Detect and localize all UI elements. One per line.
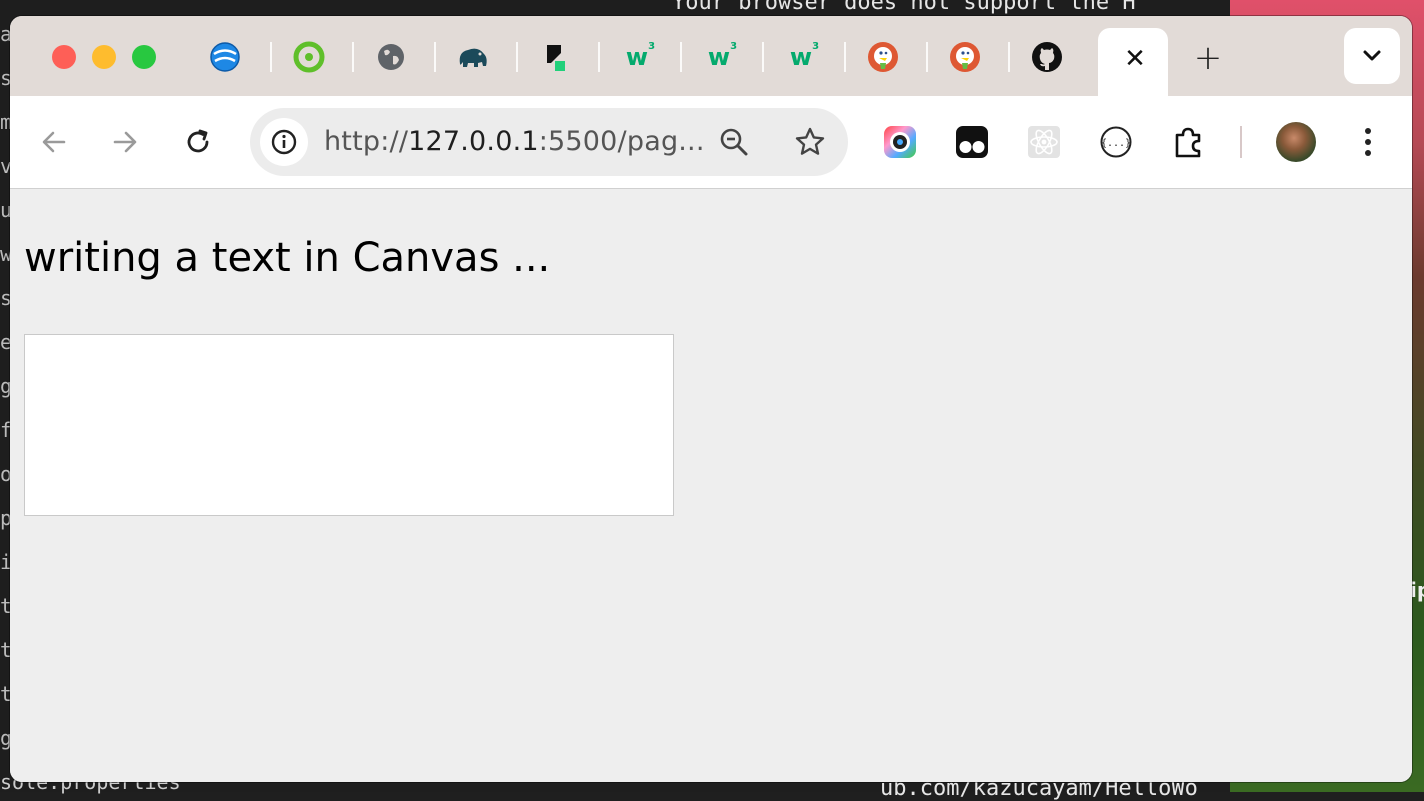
tab-edge[interactable] — [208, 40, 242, 74]
url-scheme: http:// — [324, 126, 409, 157]
w3schools-icon: w3 — [625, 41, 656, 71]
puzzle-icon — [1175, 127, 1201, 158]
tab-rstudio[interactable] — [292, 40, 326, 74]
window-minimize-button[interactable] — [92, 45, 116, 69]
tab-w3schools[interactable]: w3 — [620, 40, 656, 74]
page-content: writing a text in Canvas ... — [10, 189, 1412, 782]
edge-globe-icon — [210, 42, 240, 72]
tab-separator — [1008, 42, 1010, 72]
extensions-menu-button[interactable] — [1166, 120, 1210, 164]
w3schools-icon: w3 — [707, 41, 738, 71]
zoom-button[interactable] — [716, 124, 752, 160]
more-vertical-icon — [1365, 128, 1371, 156]
elephant-icon — [459, 48, 487, 67]
tab-separator — [434, 42, 436, 72]
url-host: 127.0.0.1 — [408, 126, 539, 157]
toolbar-divider — [1240, 126, 1242, 158]
json-braces-icon: {...} — [1100, 126, 1132, 158]
tab-separator — [844, 42, 846, 72]
globe-icon — [378, 44, 404, 70]
tab-blocks[interactable] — [538, 40, 572, 74]
rstudio-icon — [293, 41, 325, 73]
svg-text:{...}: {...} — [1101, 138, 1131, 149]
duckduckgo-icon — [950, 42, 980, 72]
extension-react-devtools[interactable] — [1022, 120, 1066, 164]
url-path: :5500/pag... — [538, 126, 705, 157]
reload-icon — [187, 129, 209, 153]
site-info-button[interactable] — [260, 118, 308, 166]
new-tab-button[interactable]: + — [1190, 38, 1226, 78]
tab-github[interactable] — [1030, 40, 1064, 74]
browser-toolbar: http://127.0.0.1:5500/pag... {...} — [10, 96, 1412, 189]
tab-w3schools[interactable]: w3 — [784, 40, 820, 74]
window-close-button[interactable] — [52, 45, 76, 69]
chevron-down-icon — [1363, 50, 1381, 61]
tab-separator — [680, 42, 682, 72]
background-side-text: ip — [1410, 578, 1424, 602]
bookmark-button[interactable] — [792, 124, 828, 160]
tab-elephant[interactable] — [456, 40, 490, 74]
extension-colorful-camera[interactable] — [878, 120, 922, 164]
extension-tampermonkey[interactable] — [950, 120, 994, 164]
tampermonkey-icon — [956, 126, 988, 158]
tab-separator — [516, 42, 518, 72]
tab-separator — [270, 42, 272, 72]
arrow-left-icon — [42, 131, 66, 153]
info-icon — [271, 129, 297, 155]
tab-separator — [926, 42, 928, 72]
tab-w3schools[interactable]: w3 — [702, 40, 738, 74]
tab-duckduckgo[interactable] — [866, 40, 900, 74]
star-icon — [795, 127, 825, 155]
canvas-element[interactable] — [24, 334, 674, 516]
tab-close-icon[interactable]: ✕ — [1118, 42, 1152, 76]
duckduckgo-icon — [868, 42, 898, 72]
react-icon — [1028, 126, 1060, 158]
address-bar[interactable]: http://127.0.0.1:5500/pag... — [250, 108, 848, 176]
zoom-out-icon — [720, 128, 748, 156]
url-text[interactable]: http://127.0.0.1:5500/pag... — [324, 126, 705, 157]
window-maximize-button[interactable] — [132, 45, 156, 69]
forward-button[interactable] — [107, 124, 143, 160]
tab-search-button[interactable] — [1344, 28, 1400, 84]
page-heading: writing a text in Canvas ... — [24, 235, 551, 281]
back-button[interactable] — [36, 124, 72, 160]
tab-separator — [598, 42, 600, 72]
camera-icon — [884, 126, 916, 158]
background-code-top: Your browser does not support the H — [672, 0, 1136, 15]
tab-separator — [762, 42, 764, 72]
extension-json-viewer[interactable]: {...} — [1094, 120, 1138, 164]
reload-button[interactable] — [180, 124, 216, 160]
tab-duckduckgo[interactable] — [948, 40, 982, 74]
tab-globe[interactable] — [374, 40, 408, 74]
tab-separator — [352, 42, 354, 72]
w3schools-icon: w3 — [789, 41, 820, 71]
stacked-blocks-icon — [547, 45, 565, 71]
github-icon — [1032, 42, 1062, 72]
browser-window: w3 w3 w3 ✕ + http://127.0.0.1:5500/pag..… — [10, 16, 1412, 782]
arrow-right-icon — [113, 131, 137, 153]
tab-strip: w3 w3 w3 ✕ + — [10, 16, 1412, 96]
browser-menu-button[interactable] — [1346, 120, 1390, 164]
profile-avatar[interactable] — [1276, 122, 1316, 162]
